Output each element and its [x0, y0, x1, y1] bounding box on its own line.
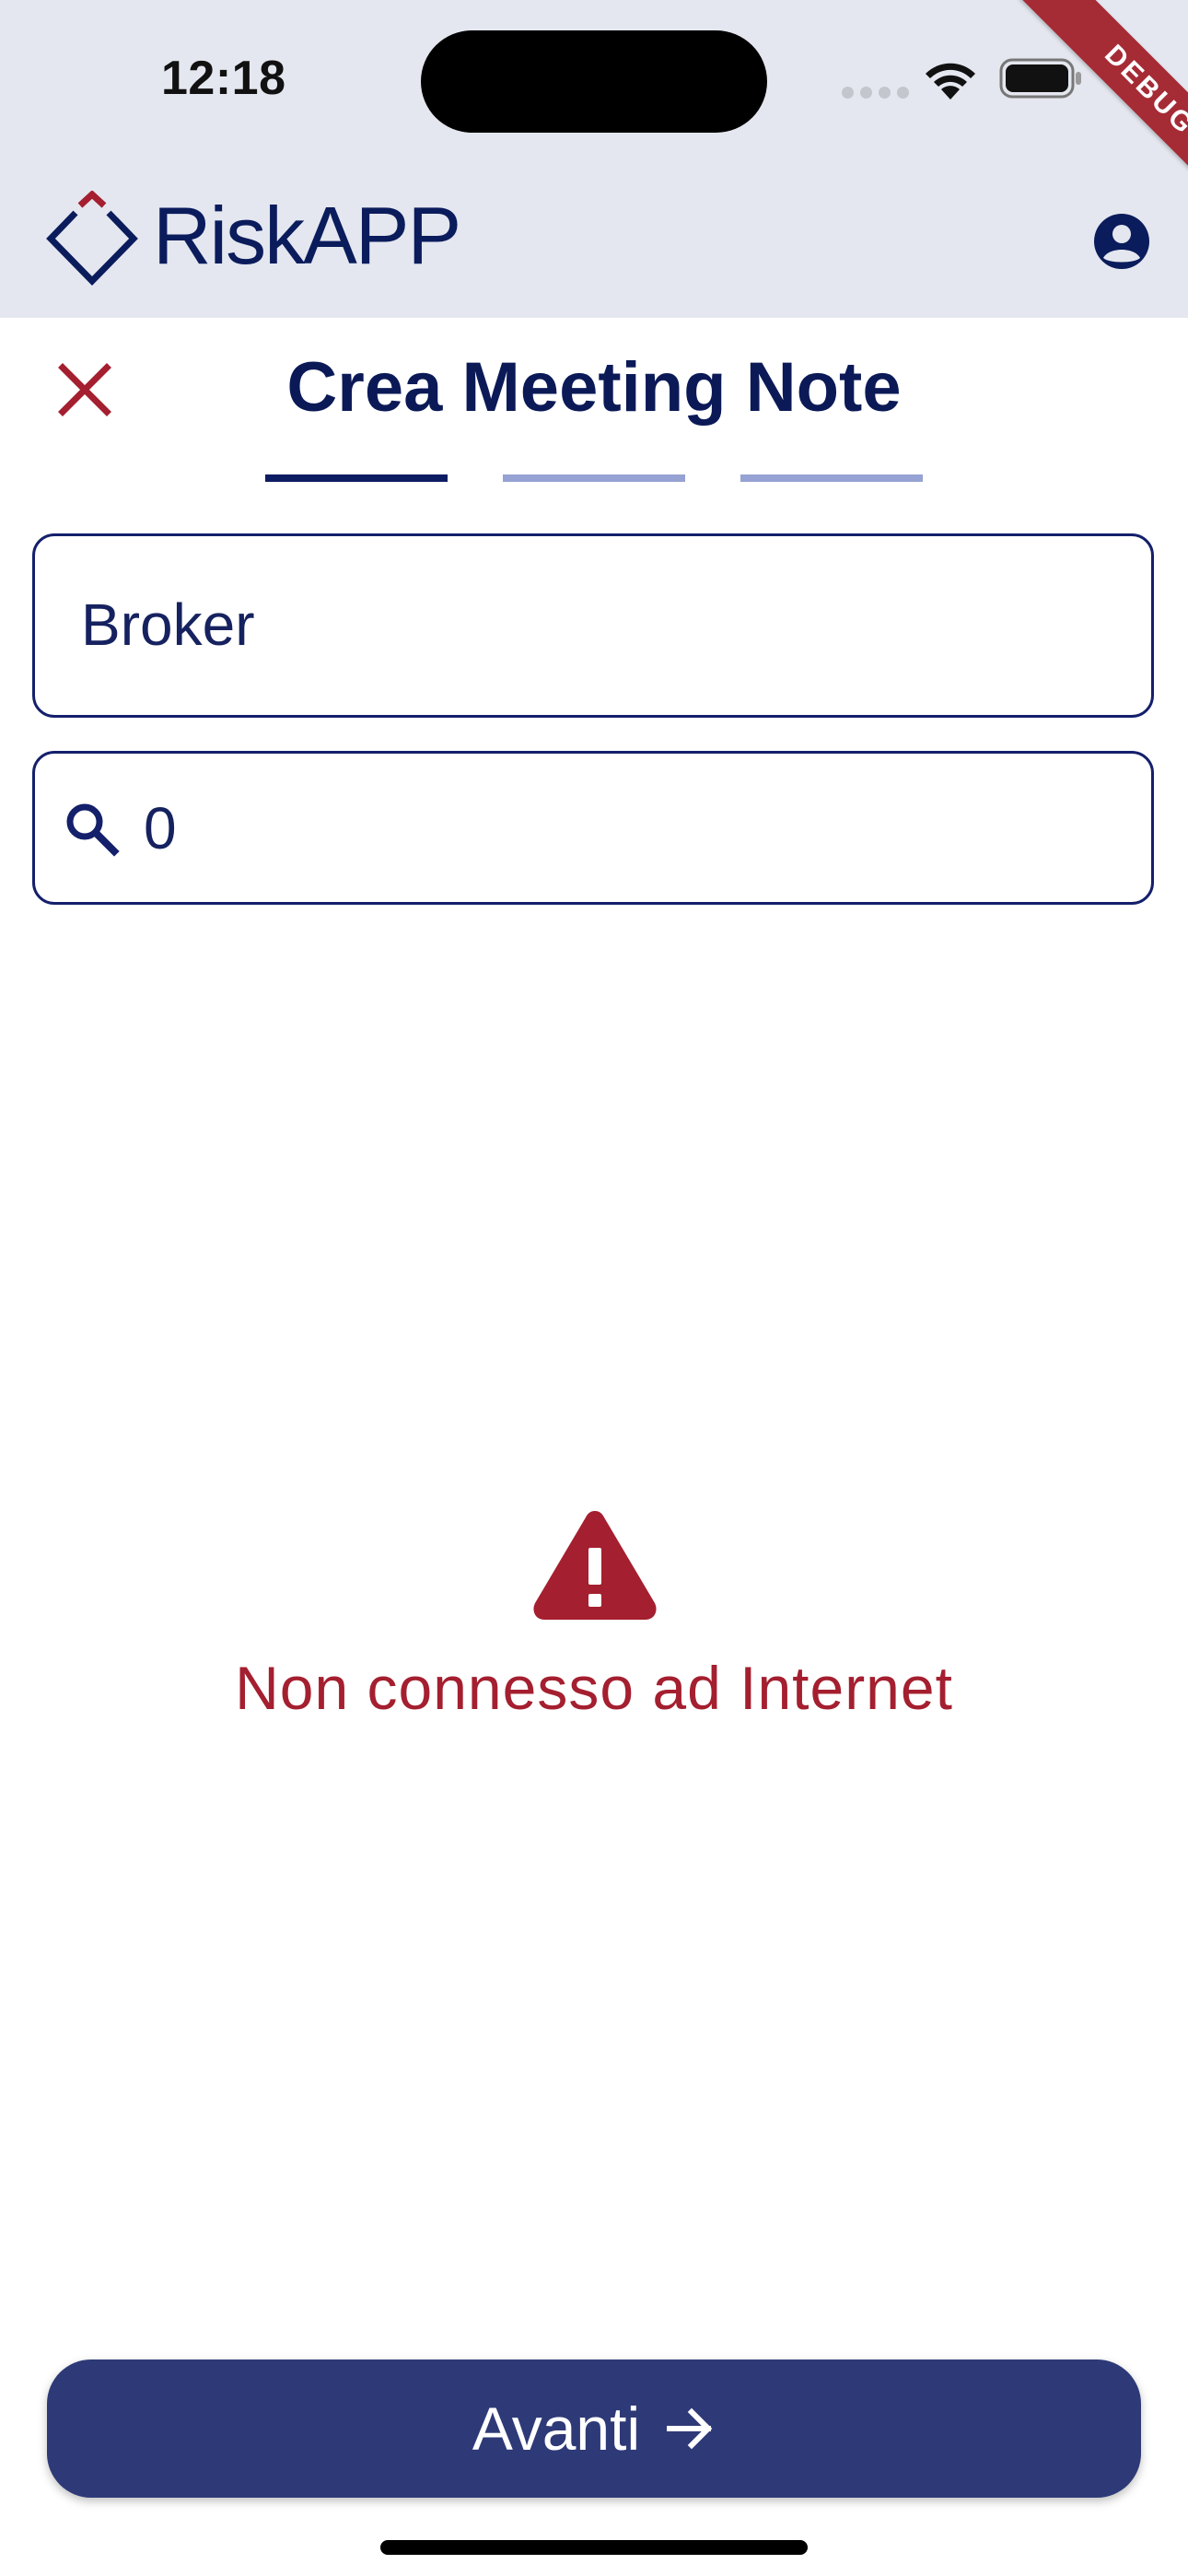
dynamic-island [421, 30, 767, 133]
no-internet-message: Non connesso ad Internet [235, 1654, 953, 1722]
step-indicator-1 [265, 474, 448, 482]
next-button[interactable]: Avanti [47, 2359, 1141, 2498]
brand-name: RiskAPP [153, 190, 461, 281]
search-input-value: 0 [144, 795, 177, 861]
account-circle-icon[interactable] [1092, 212, 1151, 271]
debug-banner: DEBUG [1019, 0, 1188, 220]
search-icon [66, 803, 120, 857]
broker-field[interactable]: Broker [32, 533, 1154, 718]
arrow-right-icon [667, 2407, 713, 2450]
step-indicator-3 [740, 474, 923, 482]
warning-icon [533, 1511, 657, 1620]
page-title: Crea Meeting Note [286, 348, 902, 427]
next-button-label: Avanti [472, 2395, 641, 2463]
status-time: 12:18 [161, 52, 286, 105]
broker-field-value: Broker [81, 591, 255, 658]
search-input[interactable]: 0 [32, 751, 1154, 905]
step-indicator-2 [503, 474, 685, 482]
cellular-signal-icon [842, 87, 909, 99]
home-indicator[interactable] [380, 2540, 808, 2555]
riskapp-logo-icon [46, 191, 138, 287]
